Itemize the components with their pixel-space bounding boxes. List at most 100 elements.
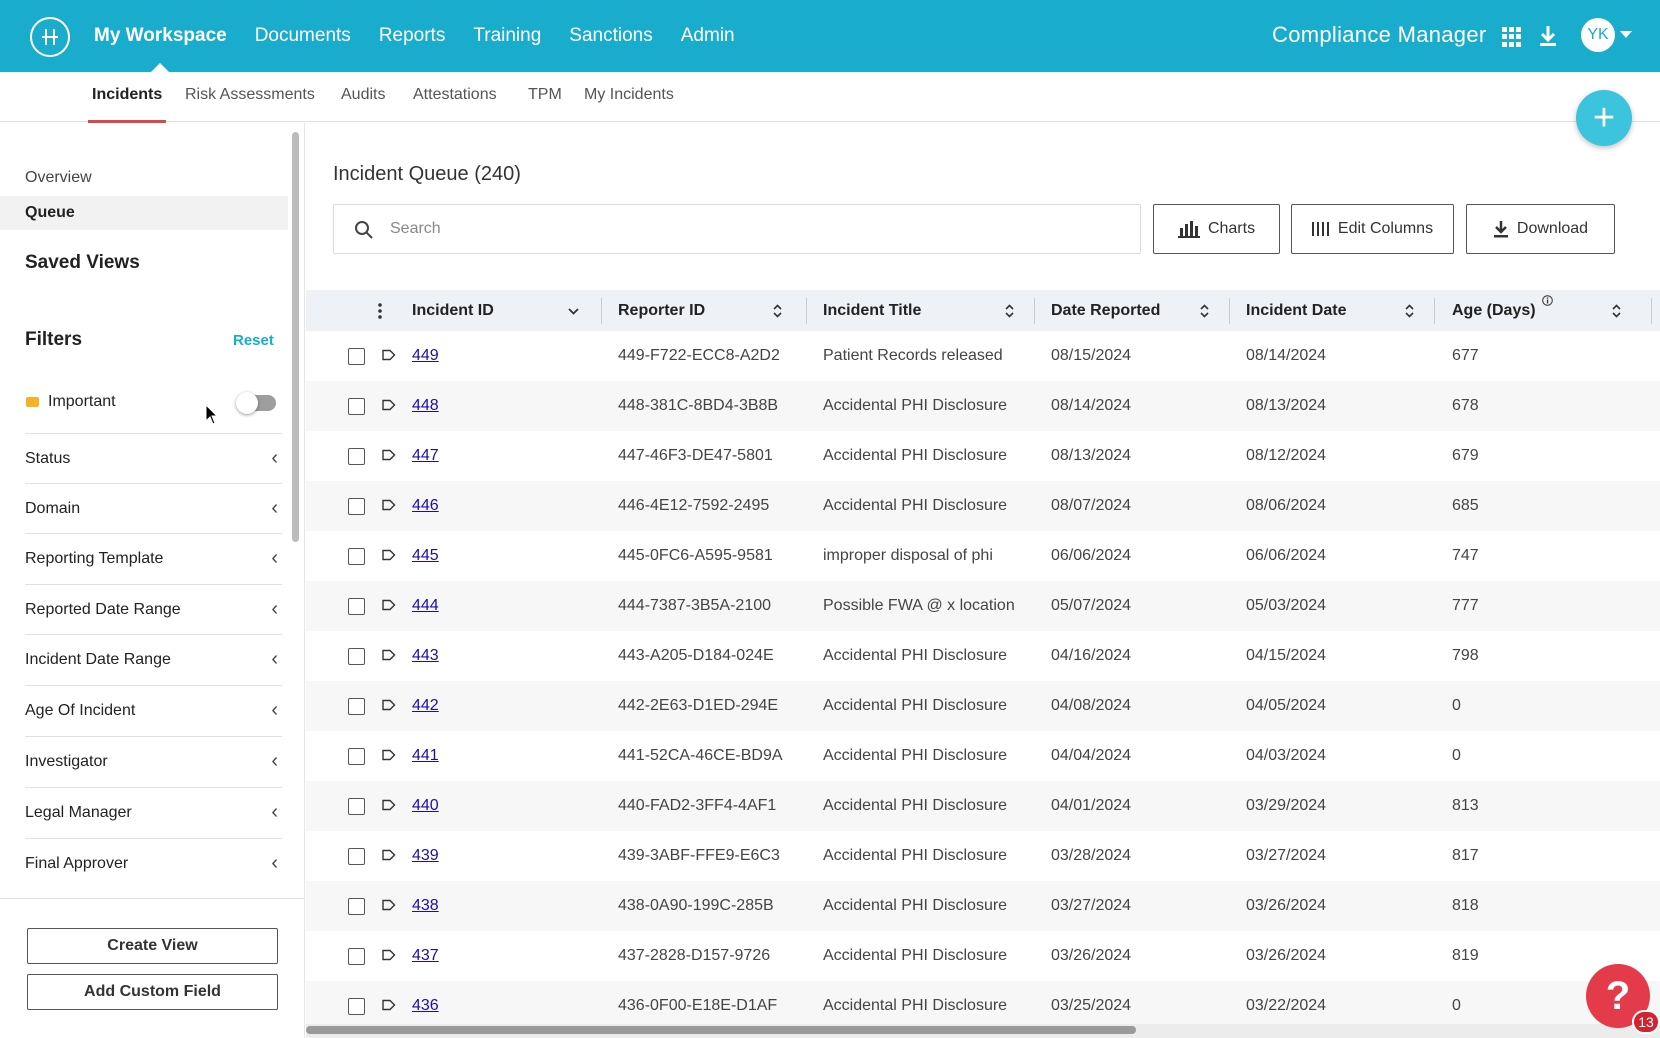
incident-id-link[interactable]: 442 — [412, 697, 439, 715]
column-divider[interactable] — [601, 298, 602, 324]
filter-reporting-template[interactable]: Reporting Template ‹ — [25, 533, 282, 583]
incident-id-link[interactable]: 436 — [412, 997, 439, 1015]
nav-my-workspace[interactable]: My Workspace — [94, 0, 227, 72]
tag-icon[interactable] — [382, 599, 396, 611]
row-checkbox[interactable] — [348, 798, 365, 815]
incident-id-link[interactable]: 443 — [412, 647, 439, 665]
column-header-incident-id[interactable]: Incident ID — [412, 290, 494, 331]
chevron-down-icon[interactable] — [568, 304, 579, 318]
filter-status[interactable]: Status ‹ — [25, 433, 282, 483]
apps-grid-icon[interactable] — [1502, 27, 1522, 47]
tag-icon[interactable] — [382, 549, 396, 561]
search-input[interactable] — [390, 217, 1090, 241]
incident-id-link[interactable]: 446 — [412, 497, 439, 515]
tag-icon[interactable] — [382, 849, 396, 861]
table-row[interactable]: 442 442-2E63-D1ED-294E Accidental PHI Di… — [306, 681, 1660, 731]
tab-audits[interactable]: Audits — [341, 86, 385, 104]
row-checkbox[interactable] — [348, 698, 365, 715]
table-row[interactable]: 447 447-46F3-DE47-5801 Accidental PHI Di… — [306, 431, 1660, 481]
row-checkbox[interactable] — [348, 398, 365, 415]
sort-icon[interactable] — [773, 303, 782, 319]
sort-icon[interactable] — [1200, 303, 1209, 319]
tag-icon[interactable] — [382, 699, 396, 711]
column-header-incident-date[interactable]: Incident Date — [1246, 290, 1346, 331]
nav-sanctions[interactable]: Sanctions — [569, 0, 652, 72]
column-divider[interactable] — [1229, 298, 1230, 324]
sort-icon[interactable] — [1612, 303, 1621, 319]
row-checkbox[interactable] — [348, 898, 365, 915]
incident-id-link[interactable]: 448 — [412, 397, 439, 415]
tag-icon[interactable] — [382, 499, 396, 511]
app-logo-icon[interactable] — [30, 17, 70, 57]
table-row[interactable]: 449 449-F722-ECC8-A2D2 Patient Records r… — [306, 331, 1660, 381]
tag-icon[interactable] — [382, 399, 396, 411]
download-icon[interactable] — [1537, 24, 1563, 50]
tab-risk-assessments[interactable]: Risk Assessments — [185, 86, 315, 104]
filter-investigator[interactable]: Investigator ‹ — [25, 736, 282, 786]
column-divider[interactable] — [1651, 298, 1652, 324]
tag-icon[interactable] — [382, 999, 396, 1011]
add-custom-field-button[interactable]: Add Custom Field — [27, 974, 278, 1010]
table-row[interactable]: 448 448-381C-8BD4-3B8B Accidental PHI Di… — [306, 381, 1660, 431]
column-menu-icon[interactable] — [378, 290, 382, 331]
tag-icon[interactable] — [382, 799, 396, 811]
column-header-incident-title[interactable]: Incident Title — [823, 290, 921, 331]
sort-icon[interactable] — [1005, 303, 1014, 319]
important-toggle[interactable] — [236, 392, 276, 414]
table-row[interactable]: 441 441-52CA-46CE-BD9A Accidental PHI Di… — [306, 731, 1660, 781]
table-row[interactable]: 440 440-FAD2-3FF4-4AF1 Accidental PHI Di… — [306, 781, 1660, 831]
incident-id-link[interactable]: 437 — [412, 947, 439, 965]
sidebar-overview-link[interactable]: Overview — [25, 169, 92, 187]
column-divider[interactable] — [806, 298, 807, 324]
nav-reports[interactable]: Reports — [379, 0, 446, 72]
row-checkbox[interactable] — [348, 848, 365, 865]
column-divider[interactable] — [1434, 298, 1435, 324]
nav-training[interactable]: Training — [473, 0, 541, 72]
tag-icon[interactable] — [382, 449, 396, 461]
table-row[interactable]: 443 443-A205-D184-024E Accidental PHI Di… — [306, 631, 1660, 681]
filter-incident-date-range[interactable]: Incident Date Range ‹ — [25, 634, 282, 684]
horizontal-scrollbar[interactable] — [306, 1026, 1136, 1034]
user-avatar[interactable]: YK — [1581, 18, 1615, 52]
row-checkbox[interactable] — [348, 448, 365, 465]
table-row[interactable]: 437 437-2828-D157-9726 Accidental PHI Di… — [306, 931, 1660, 981]
table-row[interactable]: 444 444-7387-3B5A-2100 Possible FWA @ x … — [306, 581, 1660, 631]
row-checkbox[interactable] — [348, 748, 365, 765]
tab-incidents[interactable]: Incidents — [92, 86, 162, 104]
tag-icon[interactable] — [382, 949, 396, 961]
row-checkbox[interactable] — [348, 998, 365, 1015]
incident-id-link[interactable]: 447 — [412, 447, 439, 465]
tag-icon[interactable] — [382, 749, 396, 761]
filter-reported-date-range[interactable]: Reported Date Range ‹ — [25, 584, 282, 634]
create-view-button[interactable]: Create View — [27, 928, 278, 964]
table-row[interactable]: 446 446-4E12-7592-2495 Accidental PHI Di… — [306, 481, 1660, 531]
nav-documents[interactable]: Documents — [255, 0, 351, 72]
filter-final-approver[interactable]: Final Approver ‹ — [25, 838, 282, 888]
incident-id-link[interactable]: 440 — [412, 797, 439, 815]
column-header-reporter-id[interactable]: Reporter ID — [618, 290, 705, 331]
table-row[interactable]: 445 445-0FC6-A595-9581 improper disposal… — [306, 531, 1660, 581]
tab-my-incidents[interactable]: My Incidents — [584, 86, 674, 104]
row-checkbox[interactable] — [348, 648, 365, 665]
charts-button[interactable]: Charts — [1153, 204, 1280, 254]
row-checkbox[interactable] — [348, 348, 365, 365]
sort-icon[interactable] — [1405, 303, 1414, 319]
tab-attestations[interactable]: Attestations — [413, 86, 497, 104]
incident-id-link[interactable]: 445 — [412, 547, 439, 565]
incident-id-link[interactable]: 439 — [412, 847, 439, 865]
row-checkbox[interactable] — [348, 548, 365, 565]
column-divider[interactable] — [1034, 298, 1035, 324]
row-checkbox[interactable] — [348, 948, 365, 965]
row-checkbox[interactable] — [348, 598, 365, 615]
sidebar-queue-link[interactable]: Queue — [25, 204, 75, 222]
info-icon[interactable] — [1542, 294, 1553, 306]
edit-columns-button[interactable]: Edit Columns — [1291, 204, 1454, 254]
reset-filters-link[interactable]: Reset — [233, 332, 274, 349]
filter-domain[interactable]: Domain ‹ — [25, 483, 282, 533]
column-header-date-reported[interactable]: Date Reported — [1051, 290, 1160, 331]
tag-icon[interactable] — [382, 649, 396, 661]
incident-id-link[interactable]: 449 — [412, 347, 439, 365]
tag-icon[interactable] — [382, 899, 396, 911]
add-incident-button[interactable]: + — [1576, 90, 1632, 146]
filter-legal-manager[interactable]: Legal Manager ‹ — [25, 787, 282, 837]
